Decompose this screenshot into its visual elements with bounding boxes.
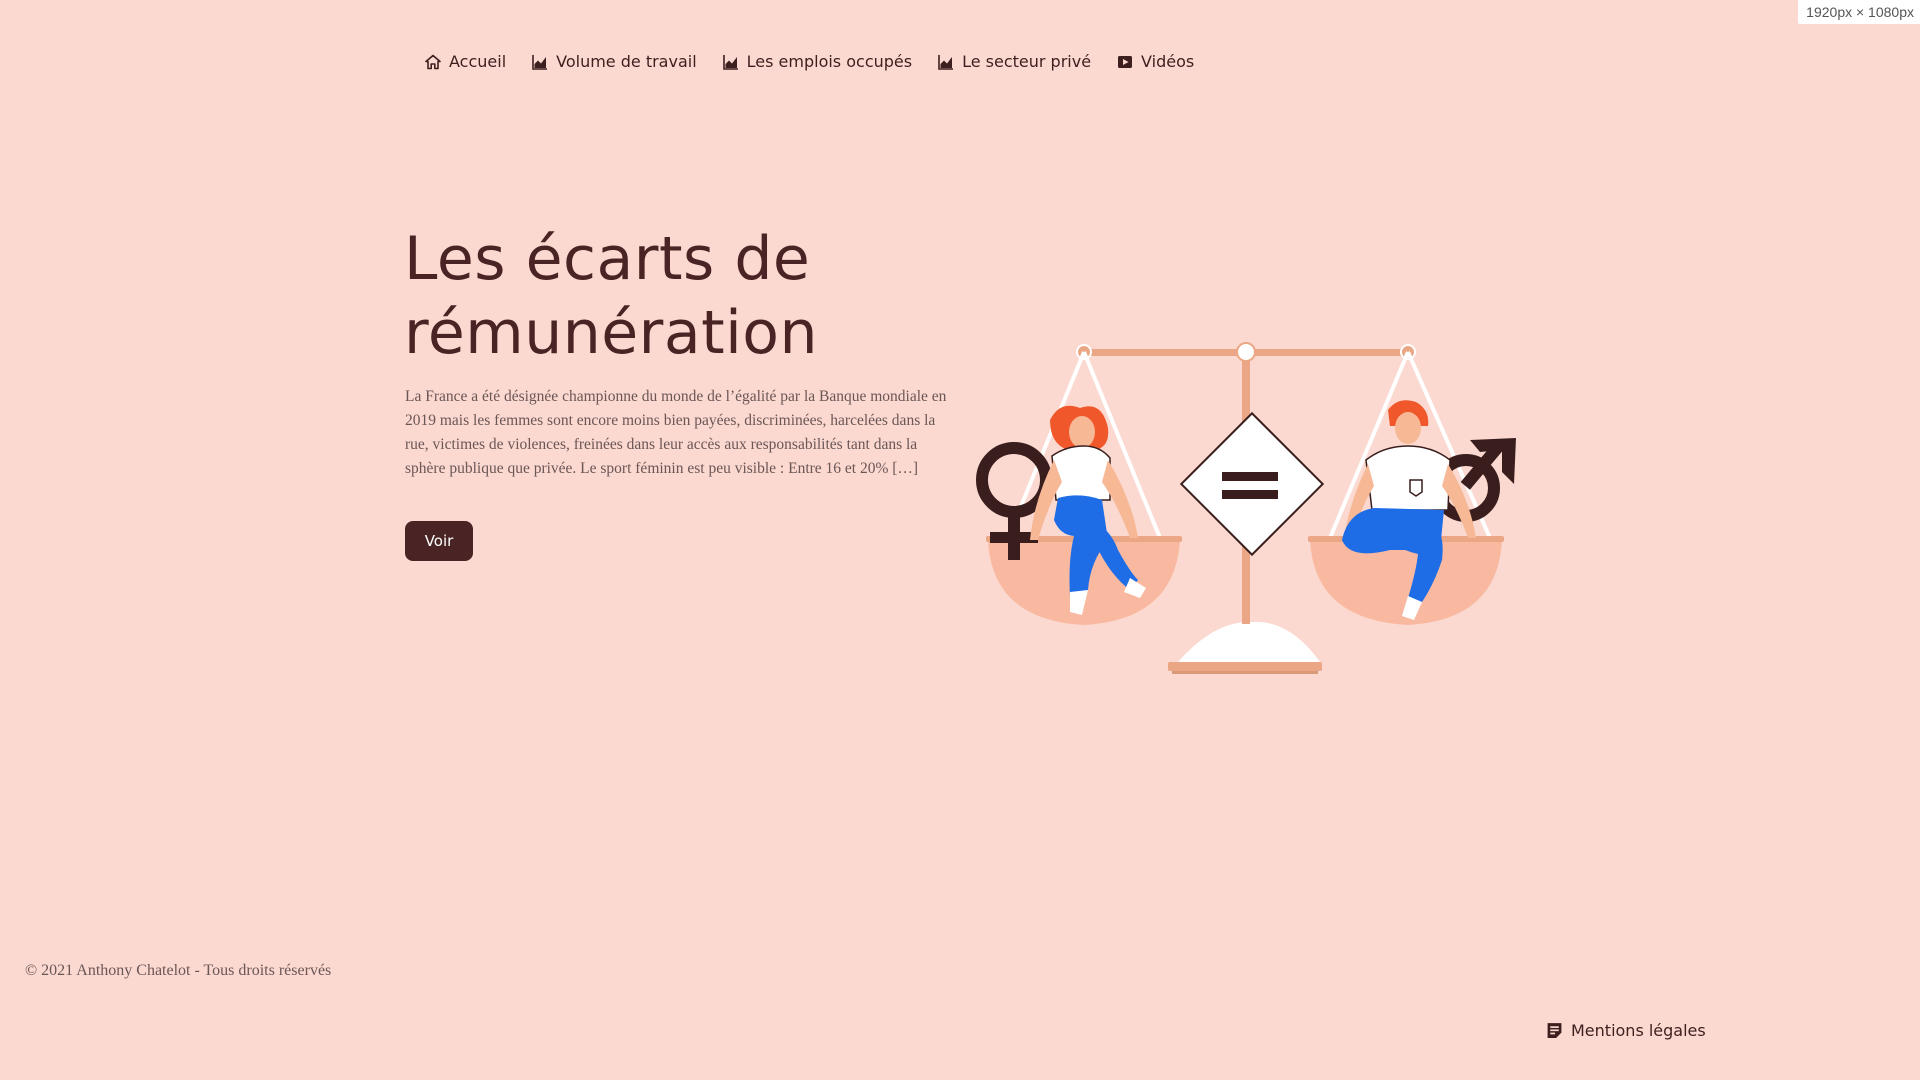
equality-scale-illustration: [976, 342, 1516, 674]
nav-item-accueil[interactable]: Accueil: [425, 52, 506, 71]
nav-item-emplois-occupes[interactable]: Les emplois occupés: [722, 52, 913, 71]
mentions-legales-link[interactable]: Mentions légales: [1546, 1021, 1706, 1040]
voir-button[interactable]: Voir: [405, 521, 473, 561]
copyright-text: © 2021 Anthony Chatelot - Tous droits ré…: [25, 962, 332, 979]
area-chart-icon: [532, 54, 548, 70]
hero-title: Les écarts de rémunération: [404, 222, 924, 370]
nav-item-label: Vidéos: [1141, 52, 1195, 71]
nav-item-label: Volume de travail: [556, 52, 697, 71]
hero-title-line1: Les écarts de: [404, 224, 811, 294]
area-chart-icon: [938, 54, 954, 70]
main-nav: Accueil Volume de travail Les emplois oc…: [425, 52, 1194, 71]
nav-item-videos[interactable]: Vidéos: [1117, 52, 1194, 71]
document-icon: [1547, 1023, 1562, 1038]
mentions-legales-label: Mentions légales: [1571, 1021, 1706, 1040]
nav-item-secteur-prive[interactable]: Le secteur privé: [938, 52, 1091, 71]
viewport-size-badge: 1920px × 1080px: [1798, 0, 1920, 24]
nav-item-label: Les emplois occupés: [746, 52, 913, 71]
play-icon: [1118, 55, 1133, 68]
nav-item-volume-de-travail[interactable]: Volume de travail: [532, 52, 697, 71]
hero-title-line2: rémunération: [404, 298, 819, 368]
hero-description: La France a été désignée championne du m…: [405, 388, 947, 477]
nav-item-label: Le secteur privé: [962, 52, 1092, 71]
home-icon: [425, 54, 441, 69]
area-chart-icon: [722, 54, 738, 70]
nav-item-label: Accueil: [449, 52, 507, 71]
